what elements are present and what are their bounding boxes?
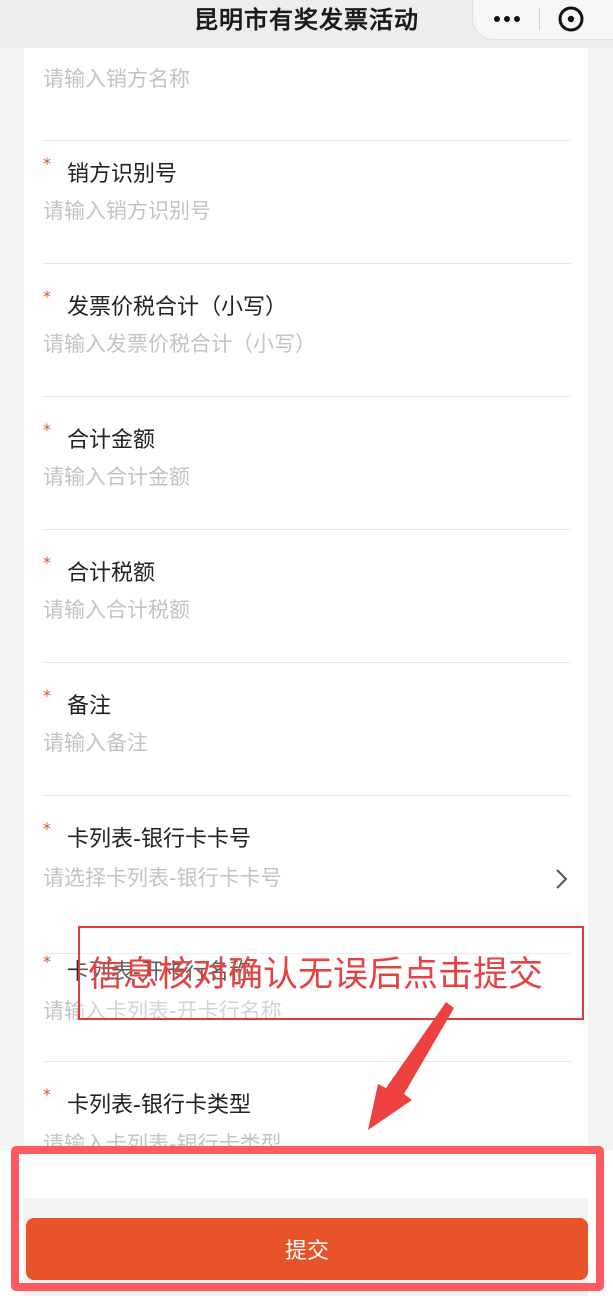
- annotation-text: 信息核对确认无误后点击提交: [88, 955, 544, 995]
- field-label: * 合计税额: [43, 553, 156, 587]
- annotation-callout: 信息核对确认无误后点击提交: [78, 926, 584, 1020]
- field-label: * 卡列表-银行卡类型: [43, 1085, 251, 1119]
- total-amount-label: 合计金额: [67, 428, 156, 453]
- required-mark: *: [43, 154, 51, 173]
- invoice-total-label: 发票价税合计（小写）: [67, 295, 288, 320]
- page: 昆明市有奖发票活动 * 销方识别号 * 发票价税合计（小写）: [0, 0, 613, 1296]
- required-mark: *: [43, 287, 51, 306]
- field-label: * 发票价税合计（小写）: [43, 287, 288, 321]
- annotation-arrow-icon: [368, 1002, 454, 1130]
- field-label: * 合计金额: [43, 420, 156, 454]
- bank-card-number-select[interactable]: [43, 861, 543, 895]
- field-divider: [43, 529, 571, 530]
- field-label: * 销方识别号: [43, 154, 178, 188]
- field-divider: [43, 662, 571, 663]
- total-tax-input[interactable]: [43, 593, 543, 627]
- field-label: * 备注: [43, 686, 112, 720]
- more-dots-icon[interactable]: [487, 0, 527, 38]
- required-mark: *: [43, 952, 51, 971]
- remark-input[interactable]: [43, 726, 543, 760]
- bank-card-type-label: 卡列表-银行卡类型: [67, 1093, 251, 1118]
- seller-tax-id-label: 销方识别号: [67, 162, 178, 187]
- required-mark: *: [43, 686, 51, 705]
- field-divider: [43, 396, 571, 397]
- required-mark: *: [43, 819, 51, 838]
- bank-card-number-label: 卡列表-银行卡卡号: [67, 827, 251, 852]
- field-label: * 卡列表-银行卡卡号: [43, 819, 251, 853]
- form-card: * 销方识别号 * 发票价税合计（小写） * 合计金额 * 合计税额 * 备注: [24, 48, 588, 1198]
- required-mark: *: [43, 1085, 51, 1104]
- required-mark: *: [43, 553, 51, 572]
- navbar: 昆明市有奖发票活动: [0, 0, 613, 48]
- field-divider: [43, 263, 571, 264]
- invoice-total-input[interactable]: [43, 327, 543, 361]
- total-amount-input[interactable]: [43, 460, 543, 494]
- capsule-divider: [539, 8, 540, 30]
- field-divider: [43, 795, 571, 796]
- remark-label: 备注: [67, 694, 112, 719]
- field-divider: [43, 140, 571, 141]
- total-tax-label: 合计税额: [67, 561, 156, 586]
- seller-tax-id-input[interactable]: [43, 194, 543, 228]
- field-divider: [43, 1061, 571, 1062]
- chevron-right-icon[interactable]: [551, 867, 571, 891]
- seller-name-input[interactable]: [43, 62, 543, 96]
- close-circle-icon[interactable]: [557, 5, 585, 33]
- annotation-highlight-frame: [11, 1146, 604, 1291]
- mini-program-capsule: [472, 0, 613, 40]
- required-mark: *: [43, 420, 51, 439]
